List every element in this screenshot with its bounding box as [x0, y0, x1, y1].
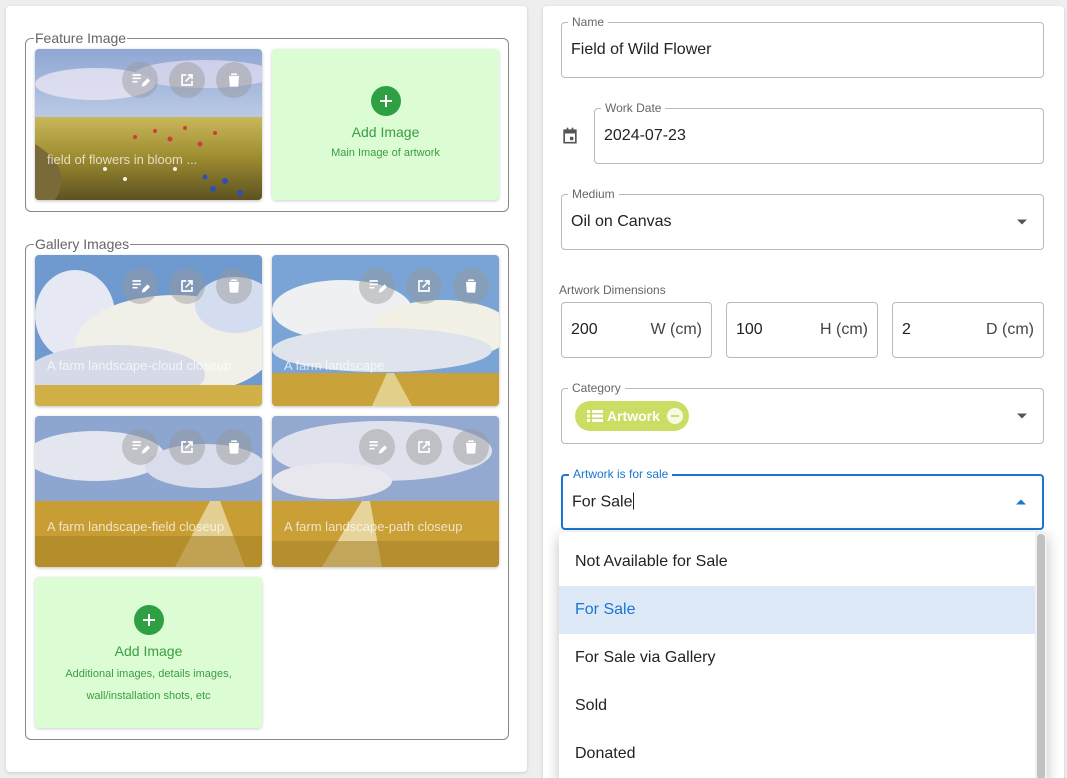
remove-chip-icon[interactable]	[666, 408, 683, 424]
option-sold[interactable]: Sold	[559, 682, 1035, 730]
feature-image-caption: field of flowers in bloom ...	[47, 152, 198, 167]
depth-unit: D (cm)	[986, 321, 1034, 338]
width-value: 200	[571, 321, 598, 338]
for-sale-select[interactable]: Artwork is for sale For Sale	[561, 467, 1044, 530]
for-sale-label: Artwork is for sale	[569, 467, 673, 481]
add-gallery-image-button[interactable]: Add Image Additional images, details ima…	[35, 577, 262, 728]
delete-icon	[466, 440, 476, 454]
work-date-field[interactable]: Work Date 2024-07-23	[594, 101, 1044, 164]
gallery-image-thumb[interactable]: A farm landscape	[272, 255, 499, 406]
gallery-image-caption: A farm landscape-cloud closeup	[47, 358, 232, 373]
edit-caption-button[interactable]	[359, 268, 395, 304]
edit-caption-button[interactable]	[359, 429, 395, 465]
delete-icon	[229, 73, 239, 87]
open-image-button[interactable]	[406, 268, 442, 304]
gallery-image-thumb[interactable]: A farm landscape-path closeup	[272, 416, 499, 567]
work-date-label: Work Date	[601, 101, 666, 115]
option-for-sale[interactable]: For Sale	[559, 586, 1035, 634]
name-label: Name	[568, 15, 609, 29]
gallery-image-thumb[interactable]: A farm landscape-cloud closeup	[35, 255, 262, 406]
gallery-image-thumb[interactable]: A farm landscape-field closeup	[35, 416, 262, 567]
medium-label: Medium	[568, 187, 619, 201]
open-image-button[interactable]	[406, 429, 442, 465]
delete-icon	[229, 279, 239, 293]
edit-caption-button[interactable]	[122, 268, 158, 304]
category-chip-label: Artwork	[607, 408, 660, 424]
delete-image-button[interactable]	[216, 62, 252, 98]
gallery-images-legend: Gallery Images	[35, 236, 130, 252]
edit-note-icon	[369, 441, 387, 454]
height-unit: H (cm)	[820, 321, 868, 338]
category-select[interactable]: Category Artwork	[561, 381, 1044, 444]
depth-value: 2	[902, 321, 911, 338]
add-circle-icon	[370, 85, 401, 116]
height-value: 100	[736, 321, 763, 338]
edit-note-icon	[132, 280, 150, 293]
chevron-down-icon	[1017, 219, 1027, 225]
add-gallery-image-title: Add Image	[114, 643, 183, 659]
open-in-new-icon	[181, 441, 193, 453]
delete-icon	[229, 440, 239, 454]
chevron-up-icon	[1016, 499, 1026, 505]
dropdown-scrollbar[interactable]	[1035, 532, 1047, 778]
add-feature-image-sub: Main Image of artwork	[331, 146, 440, 159]
open-image-button[interactable]	[169, 268, 205, 304]
category-label: Category	[568, 381, 625, 395]
dropdown-scrollbar-thumb[interactable]	[1037, 534, 1045, 778]
gallery-image-caption: A farm landscape	[284, 358, 385, 373]
add-circle-icon	[133, 605, 164, 635]
delete-image-button[interactable]	[216, 429, 252, 465]
dimensions-label: Artwork Dimensions	[559, 283, 666, 297]
category-chip[interactable]: Artwork	[575, 401, 689, 431]
feature-image-thumb[interactable]: field of flowers in bloom ...	[35, 49, 262, 200]
work-date-value: 2024-07-23	[604, 127, 686, 144]
open-image-button[interactable]	[169, 62, 205, 98]
edit-note-icon	[132, 441, 150, 454]
add-gallery-image-sub: Additional images, details images, wall/…	[65, 668, 232, 702]
feature-image-legend: Feature Image	[35, 30, 127, 46]
option-not-available[interactable]: Not Available for Sale	[559, 538, 1035, 586]
delete-image-button[interactable]	[453, 268, 489, 304]
calendar-icon[interactable]	[560, 126, 580, 146]
medium-value: Oil on Canvas	[571, 213, 672, 230]
add-feature-image-title: Add Image	[351, 123, 420, 140]
width-field[interactable]: 200 W (cm)	[561, 302, 712, 358]
chevron-down-icon	[1017, 413, 1027, 419]
name-field[interactable]: Name Field of Wild Flower	[561, 15, 1044, 78]
gallery-image-caption: A farm landscape-path closeup	[284, 519, 463, 534]
list-icon	[587, 410, 603, 422]
depth-field[interactable]: 2 D (cm)	[892, 302, 1044, 358]
height-field[interactable]: 100 H (cm)	[726, 302, 878, 358]
edit-caption-button[interactable]	[122, 62, 158, 98]
delete-image-button[interactable]	[216, 268, 252, 304]
width-unit: W (cm)	[650, 321, 702, 338]
name-value: Field of Wild Flower	[571, 41, 712, 58]
delete-image-button[interactable]	[453, 429, 489, 465]
open-in-new-icon	[418, 441, 430, 453]
edit-note-icon	[369, 280, 387, 293]
open-image-button[interactable]	[169, 429, 205, 465]
open-in-new-icon	[418, 280, 430, 292]
medium-select[interactable]: Medium Oil on Canvas	[561, 187, 1044, 250]
edit-note-icon	[132, 74, 150, 87]
open-in-new-icon	[181, 280, 193, 292]
for-sale-dropdown: Not Available for Sale For Sale For Sale…	[559, 532, 1047, 778]
gallery-image-caption: A farm landscape-field closeup	[47, 519, 225, 534]
option-for-sale-via-gallery[interactable]: For Sale via Gallery	[559, 634, 1035, 682]
add-feature-image-button[interactable]: Add Image Main Image of artwork	[272, 49, 499, 200]
open-in-new-icon	[181, 74, 193, 86]
images-panel: Feature Image field of flowers in bloom …	[6, 6, 527, 772]
option-donated[interactable]: Donated	[559, 730, 1035, 778]
edit-caption-button[interactable]	[122, 429, 158, 465]
for-sale-value: For Sale	[572, 492, 635, 511]
delete-icon	[466, 279, 476, 293]
